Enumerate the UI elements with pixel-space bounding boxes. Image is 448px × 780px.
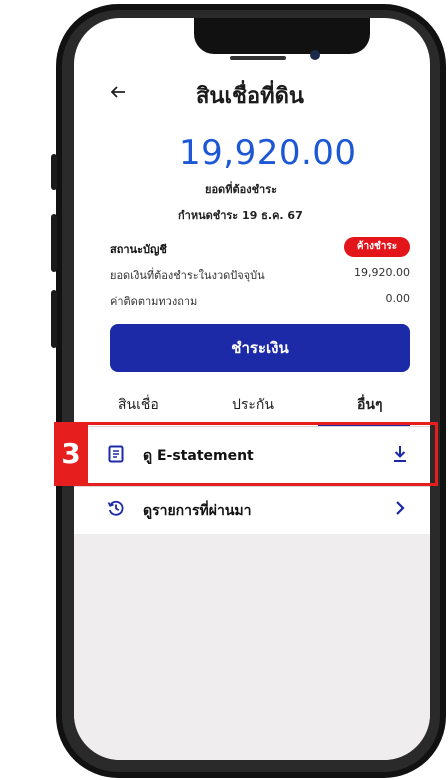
phone-side-button xyxy=(51,214,57,272)
tab-other[interactable]: อื่นๆ xyxy=(357,394,383,416)
highlight-box xyxy=(72,422,438,486)
amount-due: 19,920.00 xyxy=(179,133,357,173)
history-icon xyxy=(107,499,125,517)
list-item-history[interactable] xyxy=(74,488,430,534)
page-title: สินเชื่อที่ดิน xyxy=(196,84,304,109)
tab-insurance[interactable]: ประกัน xyxy=(232,394,274,416)
status-badge: ค้างชำระ xyxy=(344,237,410,257)
history-label: ดูรายการที่ผ่านมา xyxy=(143,503,252,519)
due-date: กำหนดชำระ 19 ธ.ค. 67 xyxy=(178,209,303,222)
current-installment-value: 19,920.00 xyxy=(354,266,410,279)
chevron-right-icon[interactable] xyxy=(394,500,406,516)
phone-screen xyxy=(74,18,430,760)
amount-due-label: ยอดที่ต้องชำระ xyxy=(205,183,278,196)
tab-loan[interactable]: สินเชื่อ xyxy=(118,394,159,416)
phone-side-button xyxy=(51,154,57,190)
collection-fee-label: ค่าติดตามทวงถาม xyxy=(110,295,198,308)
collection-fee-value: 0.00 xyxy=(385,292,411,305)
phone-notch xyxy=(194,18,370,54)
front-camera xyxy=(310,50,320,60)
step-number-badge: 3 xyxy=(54,422,88,486)
current-installment-label: ยอดเงินที่ต้องชำระในงวดปัจจุบัน xyxy=(110,269,265,282)
account-status-label: สถานะบัญชี xyxy=(110,243,167,256)
speaker-grille xyxy=(230,56,286,60)
phone-side-button xyxy=(51,290,57,348)
back-arrow-icon[interactable] xyxy=(108,82,128,102)
empty-area xyxy=(74,534,430,760)
pay-button[interactable]: ชำระเงิน xyxy=(110,324,410,372)
list-divider xyxy=(74,486,430,487)
